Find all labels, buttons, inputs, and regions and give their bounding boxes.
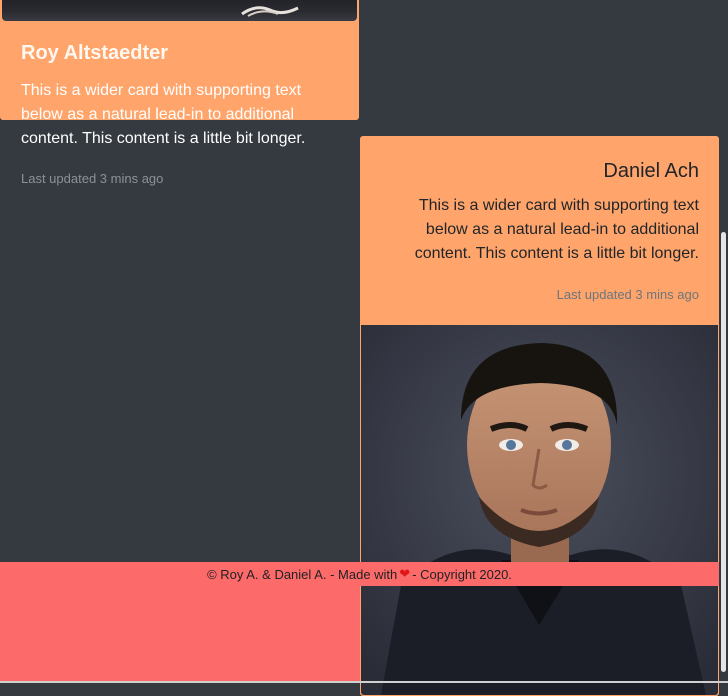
heart-icon: ❤ xyxy=(399,566,411,581)
footer: © Roy A. & Daniel A. - Made with ❤ - Cop… xyxy=(0,562,719,586)
card-meta-daniel: Last updated 3 mins ago xyxy=(556,287,699,302)
scrollbar-thumb[interactable] xyxy=(721,232,726,672)
card-daniel: Daniel Ach This is a wider card with sup… xyxy=(360,136,719,696)
footer-background xyxy=(0,586,360,683)
card-title-roy: Roy Altstaedter xyxy=(21,42,169,64)
footer-suffix: - Copyright 2020. xyxy=(412,566,512,582)
daniel-photo xyxy=(361,325,718,695)
card-title-daniel: Daniel Ach xyxy=(603,160,699,182)
scrollbar[interactable] xyxy=(719,0,728,683)
card-text-roy: This is a wider card with supporting tex… xyxy=(21,82,306,147)
card-meta-roy: Last updated 3 mins ago xyxy=(21,171,164,186)
portrait-illustration xyxy=(361,325,718,695)
hands-illustration xyxy=(241,6,299,17)
card-text-daniel: This is a wider card with supporting tex… xyxy=(414,197,699,262)
footer-prefix: © Roy A. & Daniel A. - Made with xyxy=(207,566,398,582)
roy-photo xyxy=(2,0,357,21)
